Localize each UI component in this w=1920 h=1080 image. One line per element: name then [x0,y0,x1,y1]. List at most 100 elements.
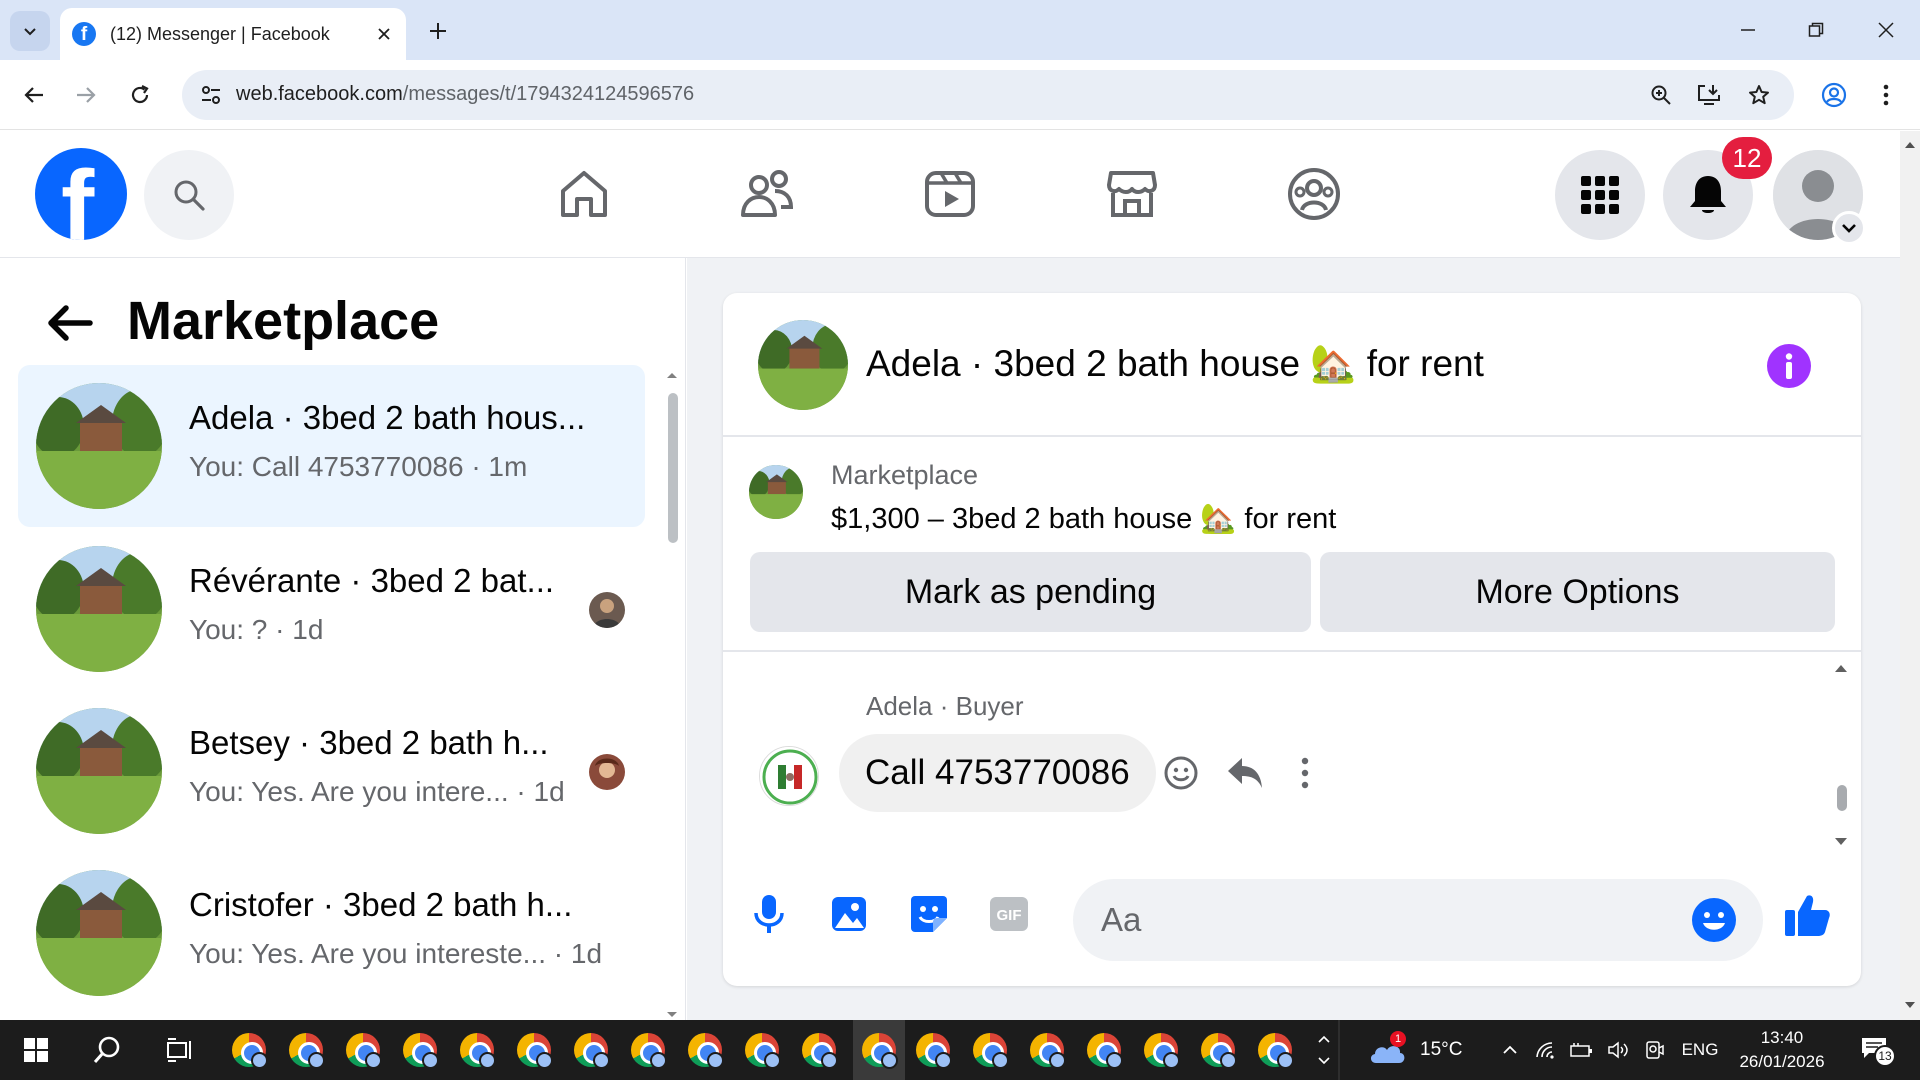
message-bubble[interactable]: Call 4753770086 [839,734,1156,812]
zoom-button[interactable] [1646,80,1676,110]
forward-button[interactable] [66,75,106,115]
nav-groups[interactable] [1279,161,1349,227]
mark-as-pending-button[interactable]: Mark as pending [750,552,1311,632]
taskbar-chrome-window[interactable] [226,1020,272,1080]
listing-price-title[interactable]: $1,300 – 3bed 2 bath house 🏡 for rent [831,502,1336,536]
address-bar[interactable]: web.facebook.com/messages/t/179432412459… [182,70,1794,120]
gif-button[interactable]: GIF [985,890,1033,938]
taskbar-chrome-window[interactable] [682,1020,728,1080]
message-input[interactable] [1101,897,1661,943]
user-photo-icon [589,754,625,790]
taskbar-chrome-window[interactable] [283,1020,329,1080]
taskbar-chrome-window[interactable] [1138,1020,1184,1080]
menu-button[interactable] [1555,150,1645,240]
chat-scroll-thumb[interactable] [1837,785,1847,811]
star-outline-icon [1749,85,1769,105]
reply-icon [1228,758,1262,788]
taskbar-search-button[interactable] [84,1020,132,1080]
conversation-info-button[interactable] [1767,344,1811,388]
chat-title[interactable]: Adela · 3bed 2 bath house 🏡 for rent [866,343,1484,386]
taskbar-chrome-window[interactable] [1195,1020,1241,1080]
send-like-button[interactable] [1781,889,1833,941]
house-photo-icon [36,546,162,672]
facebook-search-button[interactable] [144,150,234,240]
install-app-button[interactable] [1694,80,1724,110]
taskbar-chrome-window[interactable] [739,1020,785,1080]
microphone-icon [754,895,784,933]
attach-photo-button[interactable] [825,890,873,938]
sticker-button[interactable] [905,890,953,938]
wifi-icon [1536,1042,1554,1059]
conversation-item[interactable]: Adela · 3bed 2 bath hous... You: Call 47… [18,365,645,527]
taskbar-chrome-window[interactable] [454,1020,500,1080]
conversation-item[interactable]: Révérante · 3bed 2 bat... You: ? · 1d [18,528,645,690]
tab-search-button[interactable] [10,11,50,51]
back-button[interactable] [14,75,54,115]
scroll-down-icon[interactable] [664,1010,680,1020]
weather-widget[interactable]: 1 15°C [1368,1020,1488,1080]
voice-clip-button[interactable] [745,890,793,938]
nav-video[interactable] [915,161,985,227]
bookmark-button[interactable] [1744,80,1774,110]
taskbar-chrome-window[interactable] [340,1020,386,1080]
browser-menu-button[interactable] [1866,75,1906,115]
taskbar-chrome-window[interactable] [1252,1020,1298,1080]
taskbar-chrome-window[interactable] [625,1020,671,1080]
taskbar-chrome-window[interactable] [568,1020,614,1080]
scroll-up-icon[interactable] [664,370,680,380]
meet-now-status[interactable] [1640,1020,1668,1080]
message-more-button[interactable] [1283,751,1327,795]
sender-avatar[interactable] [759,746,819,806]
task-view-button[interactable] [156,1020,204,1080]
more-vertical-icon [1883,84,1889,106]
nav-marketplace[interactable] [1097,161,1167,227]
language-indicator[interactable]: ENG [1678,1020,1722,1080]
nav-home[interactable] [549,161,619,227]
video-icon [925,171,975,217]
show-hidden-icons-button[interactable] [1496,1020,1524,1080]
volume-status[interactable] [1604,1020,1632,1080]
wifi-status[interactable] [1532,1020,1560,1080]
taskbar-chrome-window[interactable] [1024,1020,1070,1080]
battery-status[interactable] [1568,1020,1596,1080]
clock[interactable]: 13:40 26/01/2026 [1722,1026,1842,1074]
back-to-chats-button[interactable] [42,295,98,351]
taskbar-chrome-window[interactable] [1081,1020,1127,1080]
conversation-scroll-thumb[interactable] [668,393,678,543]
tab-close-button[interactable] [368,18,400,50]
page-scrollbar[interactable] [1900,131,1920,1020]
nav-friends[interactable] [732,161,802,227]
taskbar-chrome-window[interactable] [397,1020,443,1080]
chat-scroll-up[interactable] [1833,660,1849,676]
taskbar-chrome-window[interactable] [796,1020,842,1080]
close-window-button[interactable] [1856,8,1916,52]
url-text[interactable]: web.facebook.com/messages/t/179432412459… [236,83,694,106]
profile-button[interactable] [1814,75,1854,115]
conversation-item[interactable]: Betsey · 3bed 2 bath h... You: Yes. Are … [18,690,645,852]
taskbar-chrome-window[interactable] [910,1020,956,1080]
page-scroll-down[interactable] [1904,999,1916,1011]
more-options-button[interactable]: More Options [1320,552,1835,632]
notification-center-button[interactable]: 13 [1852,1020,1900,1080]
minimize-button[interactable] [1718,8,1778,52]
taskbar-chrome-window[interactable] [511,1020,557,1080]
new-tab-button[interactable] [418,13,458,49]
chat-listing-thumbnail[interactable] [758,320,848,410]
reply-button[interactable] [1223,751,1267,795]
emoji-picker-button[interactable] [1691,897,1737,943]
chat-scroll-down[interactable] [1833,834,1849,850]
taskbar-overflow-scroll[interactable] [1312,1020,1336,1080]
start-button[interactable] [12,1020,60,1080]
page-scroll-up[interactable] [1904,139,1916,151]
browser-tab-active[interactable]: f (12) Messenger | Facebook [60,8,406,60]
react-button[interactable] [1159,751,1203,795]
site-info-button[interactable] [196,80,226,110]
facebook-logo[interactable]: f [35,148,127,240]
restore-button[interactable] [1786,8,1846,52]
reload-button[interactable] [120,75,160,115]
listing-thumbnail[interactable] [749,465,803,519]
taskbar-chrome-window[interactable] [967,1020,1013,1080]
account-menu-caret[interactable] [1832,211,1866,245]
conversation-item[interactable]: Cristofer · 3bed 2 bath h... You: Yes. A… [18,852,645,1014]
taskbar-chrome-window-active[interactable] [853,1020,905,1080]
